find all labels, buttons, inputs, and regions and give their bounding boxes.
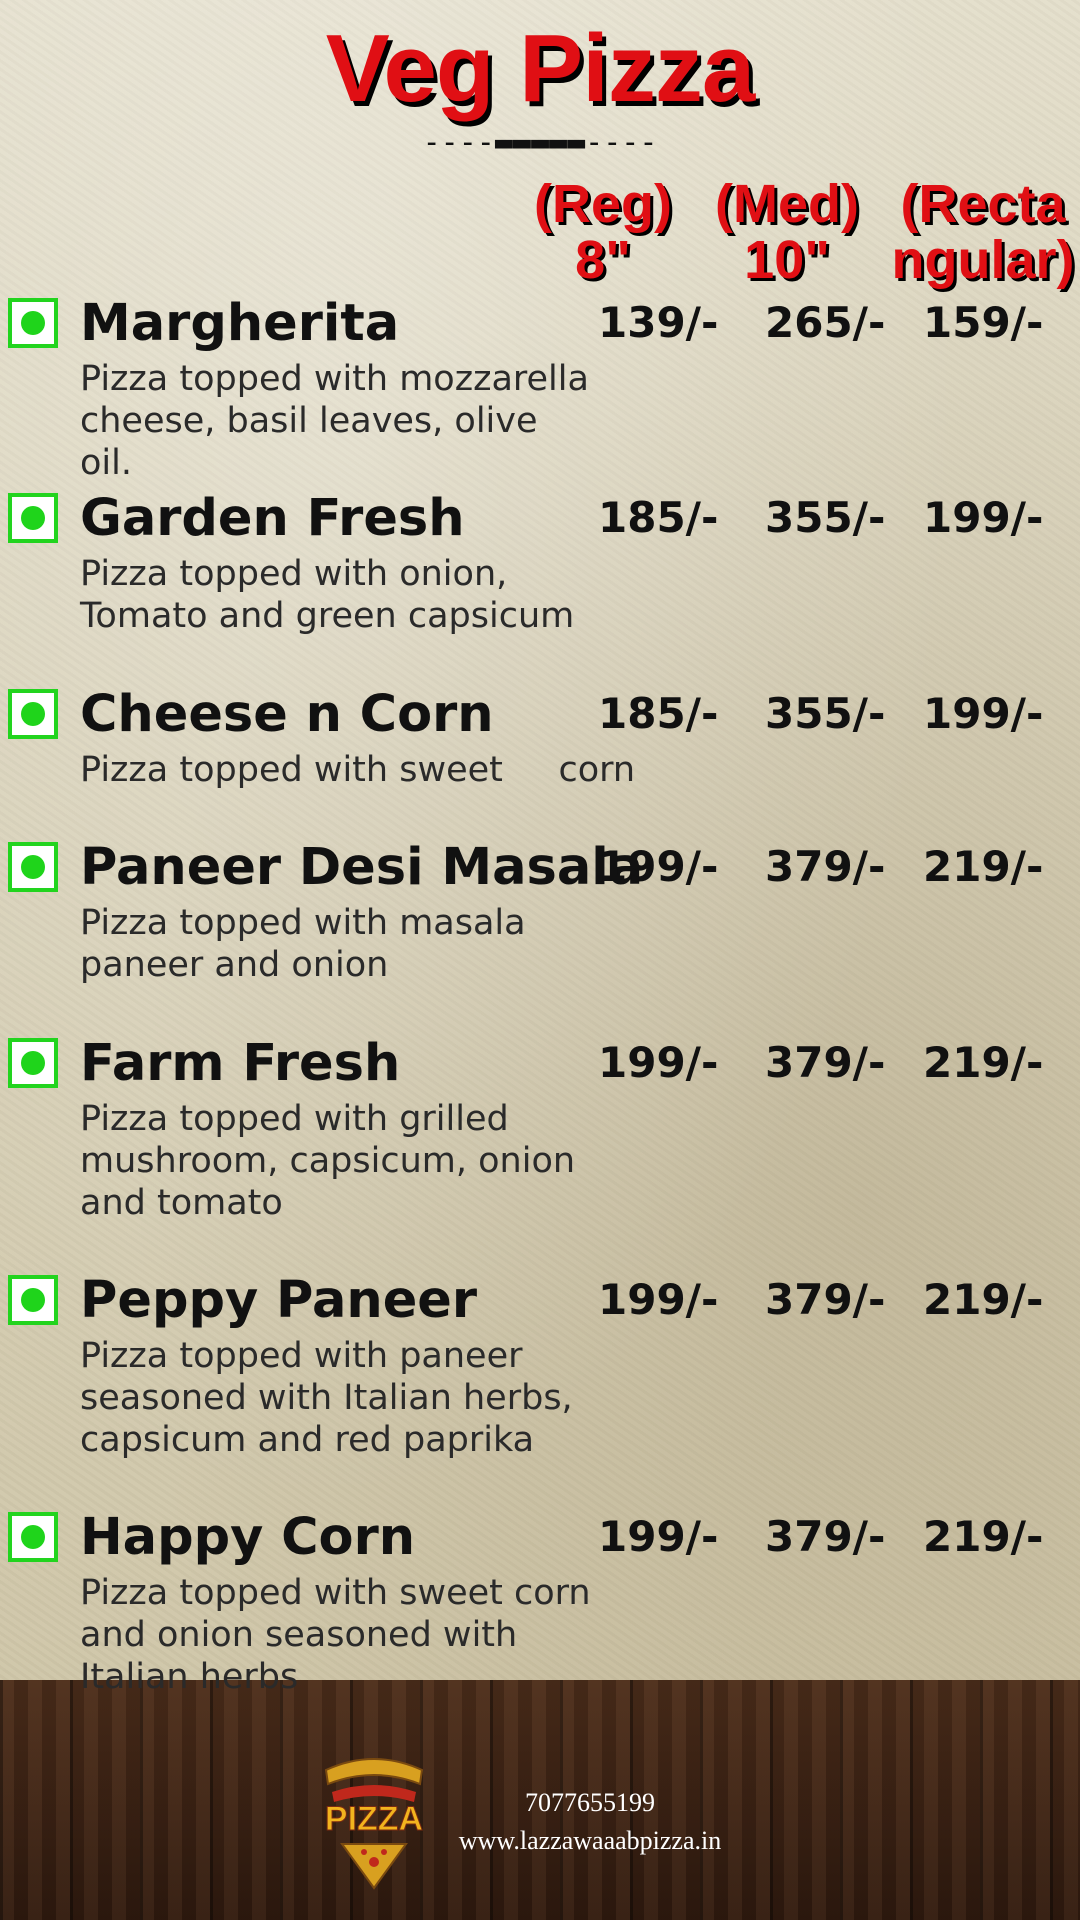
item-description: Pizza topped with sweet corn	[80, 750, 636, 790]
price-medium: 355/-	[765, 689, 886, 738]
price-rectangular: 219/-	[923, 1275, 1044, 1324]
price-regular: 139/-	[598, 298, 719, 347]
veg-mark-icon	[8, 689, 58, 739]
veg-mark-icon	[8, 1275, 58, 1325]
price-rectangular: 199/-	[923, 493, 1044, 542]
phone-number: 7077655199	[525, 1788, 655, 1817]
veg-mark-icon	[8, 298, 58, 348]
item-description: Pizza topped with mozzarella cheese, bas…	[80, 359, 589, 483]
item-name: Peppy Paneer	[80, 1271, 478, 1330]
column-header-rectangular: (Recta ngular)	[891, 174, 1075, 290]
column-header-medium: (Med) 10"	[715, 174, 859, 290]
veg-mark-icon	[8, 1512, 58, 1562]
price-medium: 265/-	[765, 298, 886, 347]
veg-mark-icon	[8, 1038, 58, 1088]
website: www.lazzawaaabpizza.in	[458, 1826, 722, 1855]
item-description: Pizza topped with grilled mushroom, caps…	[80, 1099, 576, 1223]
price-regular: 199/-	[598, 1512, 719, 1561]
veg-mark-icon	[8, 493, 58, 543]
price-rectangular: 219/-	[923, 1038, 1044, 1087]
item-name: Margherita	[80, 294, 400, 353]
item-name: Cheese n Corn	[80, 685, 494, 744]
item-name: Paneer Desi Masala	[80, 838, 644, 897]
price-rectangular: 199/-	[923, 689, 1044, 738]
price-regular: 199/-	[598, 1275, 719, 1324]
price-medium: 379/-	[765, 1038, 886, 1087]
price-medium: 379/-	[765, 1275, 886, 1324]
item-name: Farm Fresh	[80, 1034, 401, 1093]
price-rectangular: 219/-	[923, 842, 1044, 891]
price-regular: 199/-	[598, 1038, 719, 1087]
item-description: Pizza topped with masala paneer and onio…	[80, 903, 526, 985]
item-name: Happy Corn	[80, 1508, 416, 1567]
logo-word: PIZZA	[325, 1800, 423, 1838]
price-medium: 379/-	[765, 842, 886, 891]
title-divider: ----▬▬▬▬▬----	[422, 128, 658, 158]
price-medium: 355/-	[765, 493, 886, 542]
price-rectangular: 219/-	[923, 1512, 1044, 1561]
column-header-regular: (Reg) 8"	[534, 174, 672, 290]
price-regular: 185/-	[598, 689, 719, 738]
price-regular: 185/-	[598, 493, 719, 542]
menu-title: Veg Pizza	[325, 15, 756, 122]
item-description: Pizza topped with sweet corn and onion s…	[80, 1573, 591, 1697]
pizza-logo: PIZZA	[324, 1758, 424, 1890]
item-name: Garden Fresh	[80, 489, 465, 548]
item-description: Pizza topped with paneer seasoned with I…	[80, 1336, 573, 1460]
item-description: Pizza topped with onion, Tomato and gree…	[80, 554, 575, 636]
veg-mark-icon	[8, 842, 58, 892]
price-medium: 379/-	[765, 1512, 886, 1561]
price-regular: 199/-	[598, 842, 719, 891]
price-rectangular: 159/-	[923, 298, 1044, 347]
